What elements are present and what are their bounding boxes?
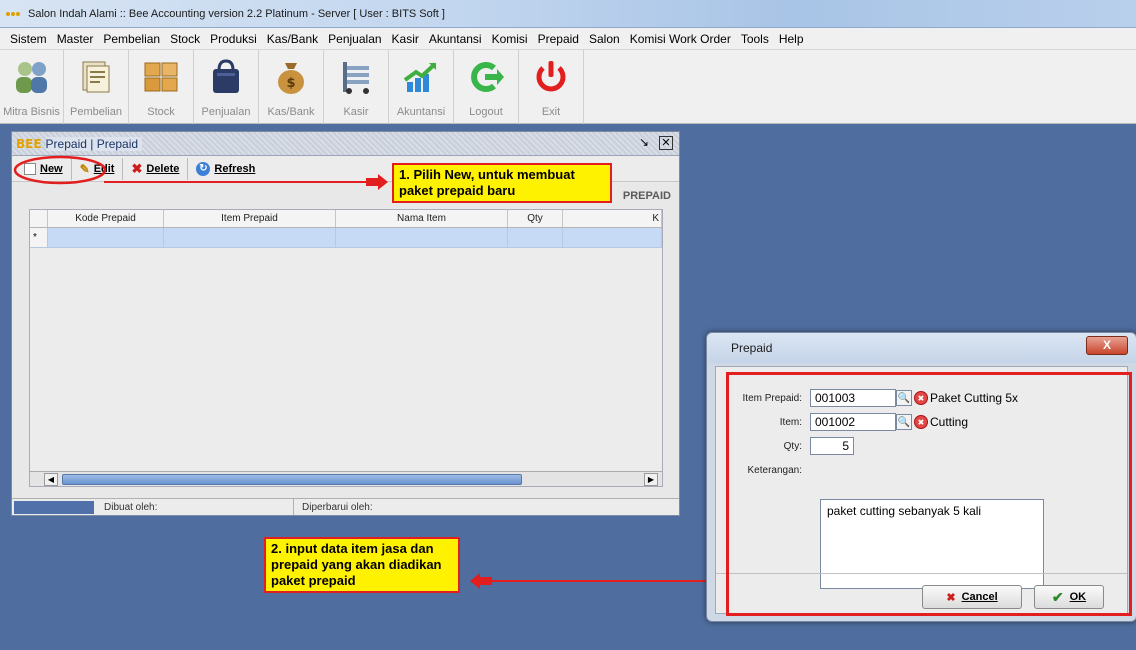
toolbar-label: Kas/Bank <box>267 106 315 118</box>
delete-x-icon: ✖ <box>131 160 143 176</box>
status-indicator <box>14 501 94 514</box>
prepaid-window-title-bar: BEE Prepaid | Prepaid ↘ ✕ <box>12 132 679 156</box>
dialog-close-button[interactable]: X <box>1086 336 1128 355</box>
restore-icon[interactable]: ↘ <box>637 136 651 150</box>
dialog-title: Prepaid <box>731 341 773 355</box>
table-cell[interactable] <box>563 228 662 247</box>
menu-salon[interactable]: Salon <box>589 32 620 46</box>
highlight-ellipse <box>13 155 107 185</box>
menu-kas-bank[interactable]: Kas/Bank <box>267 32 318 46</box>
main-toolbar: Mitra Bisnis Pembelian Stock Penjualan $… <box>0 50 1136 124</box>
menu-master[interactable]: Master <box>57 32 94 46</box>
toolbar-filler <box>584 50 1136 123</box>
money-bag-icon: $ <box>270 56 312 98</box>
documents-icon <box>75 56 117 98</box>
row-marker: * <box>30 228 48 247</box>
arrow-right-icon <box>366 174 388 190</box>
toolbar-label: Kasir <box>343 106 369 118</box>
highlight-frame <box>726 372 1132 616</box>
delete-label: Delete <box>146 162 180 175</box>
window-controls: ↘ ✕ <box>637 136 673 150</box>
boxes-icon <box>140 56 182 98</box>
toolbar-mitra-bisnis-button[interactable]: Mitra Bisnis <box>0 50 64 124</box>
refresh-button[interactable]: ↻ Refresh <box>188 158 263 180</box>
toolbar-label: Mitra Bisnis <box>3 106 60 118</box>
toolbar-label: Pembelian <box>70 106 122 118</box>
toolbar-label: Exit <box>541 106 561 118</box>
menu-komisi[interactable]: Komisi <box>492 32 528 46</box>
toolbar-label: Logout <box>469 106 503 118</box>
updated-by-label: Diperbarui oleh: <box>302 501 373 513</box>
callout-connector <box>104 181 380 183</box>
people-icon <box>11 56 53 98</box>
menu-penjualan[interactable]: Penjualan <box>328 32 381 46</box>
shopping-bag-icon <box>205 56 247 98</box>
prepaid-window-title: Prepaid | Prepaid <box>45 136 143 151</box>
horizontal-scrollbar[interactable]: ◀ ▶ <box>30 471 662 486</box>
column-header[interactable]: Item Prepaid <box>164 210 336 227</box>
callout-step-1: 1. Pilih New, untuk membuat paket prepai… <box>392 163 612 203</box>
toolbar-exit-button[interactable]: Exit <box>519 50 584 124</box>
menu-pembelian[interactable]: Pembelian <box>103 32 160 46</box>
menu-help[interactable]: Help <box>779 32 804 46</box>
close-icon[interactable]: ✕ <box>659 136 673 150</box>
column-header[interactable]: Nama Item <box>336 210 508 227</box>
table-row[interactable]: * <box>30 228 662 248</box>
status-bar: Dibuat oleh: Diperbarui oleh: <box>12 498 679 515</box>
row-marker-header <box>30 210 48 227</box>
window-title: Salon Indah Alami :: Bee Accounting vers… <box>28 7 445 20</box>
scroll-thumb[interactable] <box>62 473 522 485</box>
app-icon <box>6 9 22 19</box>
table-cell[interactable] <box>164 228 336 247</box>
created-by-label: Dibuat oleh: <box>96 499 294 515</box>
toolbar-logout-button[interactable]: Logout <box>454 50 519 124</box>
scroll-left-icon[interactable]: ◀ <box>44 472 58 486</box>
callout-connector <box>486 580 726 582</box>
toolbar-label: Stock <box>147 106 175 118</box>
delete-button[interactable]: ✖ Delete <box>123 157 189 180</box>
refresh-icon: ↻ <box>196 161 211 176</box>
menu-produksi[interactable]: Produksi <box>210 32 257 46</box>
column-header[interactable]: Qty <box>508 210 563 227</box>
toolbar-kas-bank-button[interactable]: $ Kas/Bank <box>259 50 324 124</box>
logout-arrow-icon <box>465 56 507 98</box>
refresh-label: Refresh <box>214 162 256 175</box>
toolbar-kasir-button[interactable]: Kasir <box>324 50 389 124</box>
table-header: Kode Prepaid Item Prepaid Nama Item Qty … <box>30 210 662 228</box>
svg-text:$: $ <box>286 76 295 91</box>
prepaid-table: Kode Prepaid Item Prepaid Nama Item Qty … <box>29 209 663 487</box>
toolbar-penjualan-button[interactable]: Penjualan <box>194 50 259 124</box>
dialog-title-bar: Prepaid X <box>707 333 1136 363</box>
chart-icon <box>400 56 442 98</box>
menu-komisi-work-order[interactable]: Komisi Work Order <box>630 32 731 46</box>
toolbar-label: Akuntansi <box>396 106 446 118</box>
toolbar-stock-button[interactable]: Stock <box>129 50 194 124</box>
menu-akuntansi[interactable]: Akuntansi <box>429 32 482 46</box>
menu-tools[interactable]: Tools <box>741 32 769 46</box>
toolbar-label: Penjualan <box>201 106 251 118</box>
section-label: PREPAID <box>622 190 671 202</box>
toolbar-pembelian-button[interactable]: Pembelian <box>64 50 129 124</box>
menu-stock[interactable]: Stock <box>170 32 200 46</box>
menu-prepaid[interactable]: Prepaid <box>538 32 579 46</box>
column-header[interactable]: Kode Prepaid <box>48 210 164 227</box>
cash-register-icon <box>335 56 377 98</box>
menu-kasir[interactable]: Kasir <box>392 32 419 46</box>
power-icon <box>530 56 572 98</box>
column-header[interactable]: K <box>563 210 662 227</box>
scroll-right-icon[interactable]: ▶ <box>644 472 658 486</box>
table-cell[interactable] <box>48 228 164 247</box>
menu-bar: Sistem Master Pembelian Stock Produksi K… <box>0 28 1136 50</box>
table-cell[interactable] <box>508 228 563 247</box>
table-cell[interactable] <box>336 228 508 247</box>
toolbar-akuntansi-button[interactable]: Akuntansi <box>389 50 454 124</box>
arrow-left-icon <box>470 573 492 589</box>
menu-sistem[interactable]: Sistem <box>10 32 47 46</box>
bee-logo: BEE <box>16 136 42 151</box>
window-title-bar: Salon Indah Alami :: Bee Accounting vers… <box>0 0 1136 28</box>
callout-step-2: 2. input data item jasa dan prepaid yang… <box>264 537 460 593</box>
